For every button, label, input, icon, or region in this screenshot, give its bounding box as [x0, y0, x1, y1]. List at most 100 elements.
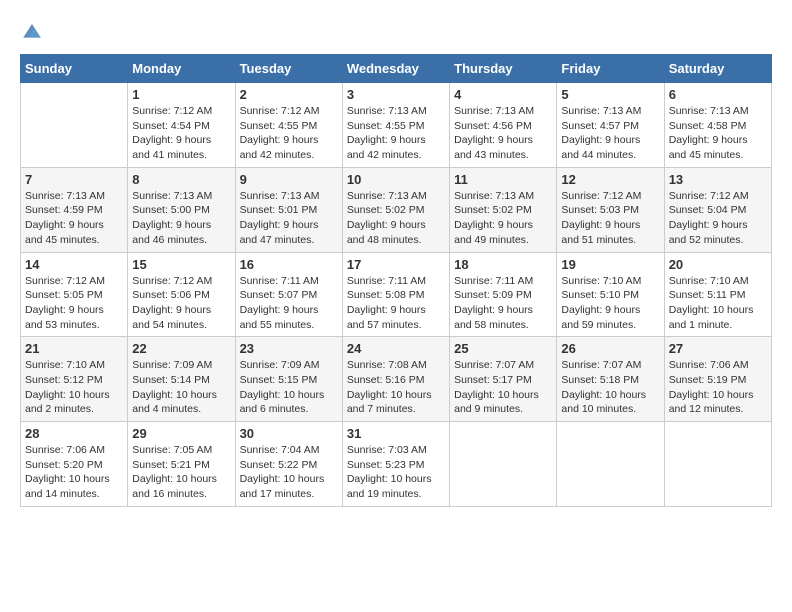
- day-number: 5: [561, 87, 659, 102]
- calendar-cell: 6 Sunrise: 7:13 AMSunset: 4:58 PMDaylight…: [664, 83, 771, 168]
- day-number: 19: [561, 257, 659, 272]
- calendar-cell: 25Sunrise: 7:07 AMSunset: 5:17 PMDayligh…: [450, 337, 557, 422]
- day-info: Sunrise: 7:09 AMSunset: 5:15 PMDaylight:…: [240, 358, 338, 417]
- day-info: Sunrise: 7:13 AMSunset: 4:59 PMDaylight:…: [25, 189, 123, 248]
- day-info: Sunrise: 7:11 AMSunset: 5:07 PMDaylight:…: [240, 274, 338, 333]
- day-number: 29: [132, 426, 230, 441]
- day-info: Sunrise: 7:13 AMSunset: 5:01 PMDaylight:…: [240, 189, 338, 248]
- logo-icon: [20, 20, 44, 44]
- calendar-cell: 28Sunrise: 7:06 AMSunset: 5:20 PMDayligh…: [21, 422, 128, 507]
- day-number: 12: [561, 172, 659, 187]
- weekday-header-sunday: Sunday: [21, 55, 128, 83]
- weekday-header-saturday: Saturday: [664, 55, 771, 83]
- calendar-cell: 31Sunrise: 7:03 AMSunset: 5:23 PMDayligh…: [342, 422, 449, 507]
- logo: [20, 20, 48, 44]
- day-number: 26: [561, 341, 659, 356]
- day-info: Sunrise: 7:13 AMSunset: 4:57 PMDaylight:…: [561, 104, 659, 163]
- calendar-week-5: 28Sunrise: 7:06 AMSunset: 5:20 PMDayligh…: [21, 422, 772, 507]
- calendar-table: SundayMondayTuesdayWednesdayThursdayFrid…: [20, 54, 772, 507]
- day-number: 1: [132, 87, 230, 102]
- calendar-body: 1Sunrise: 7:12 AMSunset: 4:54 PMDaylight…: [21, 83, 772, 507]
- day-info: Sunrise: 7:05 AMSunset: 5:21 PMDaylight:…: [132, 443, 230, 502]
- day-number: 25: [454, 341, 552, 356]
- calendar-cell: 13 Sunrise: 7:12 AMSunset: 5:04 PMDayligh…: [664, 167, 771, 252]
- calendar-cell: 23 Sunrise: 7:09 AMSunset: 5:15 PMDayligh…: [235, 337, 342, 422]
- day-info: Sunrise: 7:13 AMSunset: 5:00 PMDaylight:…: [132, 189, 230, 248]
- day-info: Sunrise: 7:13 AMSunset: 5:02 PMDaylight:…: [454, 189, 552, 248]
- calendar-cell: 30 Sunrise: 7:04 AMSunset: 5:22 PMDayligh…: [235, 422, 342, 507]
- calendar-cell: 15Sunrise: 7:12 AMSunset: 5:06 PMDayligh…: [128, 252, 235, 337]
- calendar-cell: 3 Sunrise: 7:13 AMSunset: 4:55 PMDaylight…: [342, 83, 449, 168]
- day-info: Sunrise: 7:12 AMSunset: 5:03 PMDaylight:…: [561, 189, 659, 248]
- calendar-cell: 24 Sunrise: 7:08 AMSunset: 5:16 PMDayligh…: [342, 337, 449, 422]
- calendar-cell: [557, 422, 664, 507]
- calendar-week-4: 21 Sunrise: 7:10 AMSunset: 5:12 PMDayligh…: [21, 337, 772, 422]
- day-info: Sunrise: 7:12 AMSunset: 5:04 PMDaylight:…: [669, 189, 767, 248]
- calendar-cell: 7 Sunrise: 7:13 AMSunset: 4:59 PMDaylight…: [21, 167, 128, 252]
- calendar-cell: 11 Sunrise: 7:13 AMSunset: 5:02 PMDayligh…: [450, 167, 557, 252]
- calendar-cell: [450, 422, 557, 507]
- day-number: 10: [347, 172, 445, 187]
- calendar-cell: 16 Sunrise: 7:11 AMSunset: 5:07 PMDayligh…: [235, 252, 342, 337]
- day-info: Sunrise: 7:13 AMSunset: 4:56 PMDaylight:…: [454, 104, 552, 163]
- day-number: 18: [454, 257, 552, 272]
- day-number: 20: [669, 257, 767, 272]
- day-info: Sunrise: 7:13 AMSunset: 4:55 PMDaylight:…: [347, 104, 445, 163]
- calendar-cell: 1Sunrise: 7:12 AMSunset: 4:54 PMDaylight…: [128, 83, 235, 168]
- calendar-cell: 20 Sunrise: 7:10 AMSunset: 5:11 PMDayligh…: [664, 252, 771, 337]
- day-info: Sunrise: 7:13 AMSunset: 4:58 PMDaylight:…: [669, 104, 767, 163]
- day-info: Sunrise: 7:12 AMSunset: 5:05 PMDaylight:…: [25, 274, 123, 333]
- weekday-header-wednesday: Wednesday: [342, 55, 449, 83]
- day-number: 13: [669, 172, 767, 187]
- calendar-cell: 5 Sunrise: 7:13 AMSunset: 4:57 PMDaylight…: [557, 83, 664, 168]
- calendar-cell: 26Sunrise: 7:07 AMSunset: 5:18 PMDayligh…: [557, 337, 664, 422]
- calendar-cell: 2 Sunrise: 7:12 AMSunset: 4:55 PMDaylight…: [235, 83, 342, 168]
- calendar-cell: 22Sunrise: 7:09 AMSunset: 5:14 PMDayligh…: [128, 337, 235, 422]
- day-info: Sunrise: 7:12 AMSunset: 4:55 PMDaylight:…: [240, 104, 338, 163]
- calendar-week-3: 14 Sunrise: 7:12 AMSunset: 5:05 PMDayligh…: [21, 252, 772, 337]
- calendar-cell: 12 Sunrise: 7:12 AMSunset: 5:03 PMDayligh…: [557, 167, 664, 252]
- weekday-header-monday: Monday: [128, 55, 235, 83]
- calendar-cell: 27 Sunrise: 7:06 AMSunset: 5:19 PMDayligh…: [664, 337, 771, 422]
- day-number: 14: [25, 257, 123, 272]
- day-info: Sunrise: 7:06 AMSunset: 5:19 PMDaylight:…: [669, 358, 767, 417]
- day-info: Sunrise: 7:10 AMSunset: 5:10 PMDaylight:…: [561, 274, 659, 333]
- calendar-cell: [664, 422, 771, 507]
- day-number: 16: [240, 257, 338, 272]
- day-number: 2: [240, 87, 338, 102]
- calendar-cell: 17 Sunrise: 7:11 AMSunset: 5:08 PMDayligh…: [342, 252, 449, 337]
- calendar-week-1: 1Sunrise: 7:12 AMSunset: 4:54 PMDaylight…: [21, 83, 772, 168]
- calendar-cell: 18 Sunrise: 7:11 AMSunset: 5:09 PMDayligh…: [450, 252, 557, 337]
- day-number: 15: [132, 257, 230, 272]
- calendar-cell: 29 Sunrise: 7:05 AMSunset: 5:21 PMDayligh…: [128, 422, 235, 507]
- day-number: 22: [132, 341, 230, 356]
- calendar-cell: 8 Sunrise: 7:13 AMSunset: 5:00 PMDaylight…: [128, 167, 235, 252]
- day-number: 8: [132, 172, 230, 187]
- day-number: 6: [669, 87, 767, 102]
- day-info: Sunrise: 7:08 AMSunset: 5:16 PMDaylight:…: [347, 358, 445, 417]
- day-info: Sunrise: 7:11 AMSunset: 5:09 PMDaylight:…: [454, 274, 552, 333]
- calendar-week-2: 7 Sunrise: 7:13 AMSunset: 4:59 PMDaylight…: [21, 167, 772, 252]
- day-number: 27: [669, 341, 767, 356]
- day-info: Sunrise: 7:11 AMSunset: 5:08 PMDaylight:…: [347, 274, 445, 333]
- page-header: [20, 20, 772, 44]
- day-number: 7: [25, 172, 123, 187]
- calendar-cell: 9 Sunrise: 7:13 AMSunset: 5:01 PMDaylight…: [235, 167, 342, 252]
- day-info: Sunrise: 7:03 AMSunset: 5:23 PMDaylight:…: [347, 443, 445, 502]
- day-info: Sunrise: 7:10 AMSunset: 5:11 PMDaylight:…: [669, 274, 767, 333]
- day-number: 11: [454, 172, 552, 187]
- day-number: 23: [240, 341, 338, 356]
- weekday-header-friday: Friday: [557, 55, 664, 83]
- day-info: Sunrise: 7:10 AMSunset: 5:12 PMDaylight:…: [25, 358, 123, 417]
- day-number: 24: [347, 341, 445, 356]
- weekday-header-tuesday: Tuesday: [235, 55, 342, 83]
- day-number: 30: [240, 426, 338, 441]
- day-info: Sunrise: 7:13 AMSunset: 5:02 PMDaylight:…: [347, 189, 445, 248]
- day-number: 21: [25, 341, 123, 356]
- day-number: 9: [240, 172, 338, 187]
- day-info: Sunrise: 7:04 AMSunset: 5:22 PMDaylight:…: [240, 443, 338, 502]
- day-number: 3: [347, 87, 445, 102]
- calendar-cell: 14 Sunrise: 7:12 AMSunset: 5:05 PMDayligh…: [21, 252, 128, 337]
- day-number: 17: [347, 257, 445, 272]
- calendar-cell: 19 Sunrise: 7:10 AMSunset: 5:10 PMDayligh…: [557, 252, 664, 337]
